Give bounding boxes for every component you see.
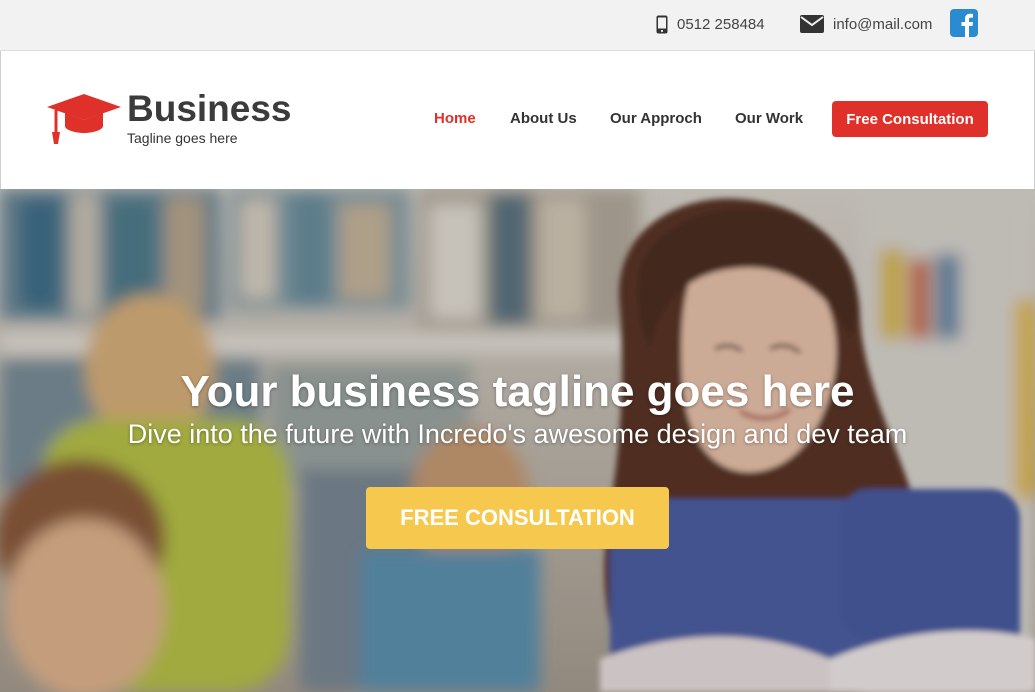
hero-title: Your business tagline goes here xyxy=(180,367,855,416)
free-consultation-nav-button[interactable]: Free Consultation xyxy=(832,101,988,137)
email-contact[interactable]: info@mail.com xyxy=(800,15,932,33)
phone-contact: 0512 258484 xyxy=(656,15,765,34)
phone-number: 0512 258484 xyxy=(677,16,765,33)
mobile-phone-icon xyxy=(656,15,668,34)
free-consultation-hero-button[interactable]: FREE CONSULTATION xyxy=(366,487,669,549)
graduation-cap-icon[interactable] xyxy=(47,94,121,144)
brand-tagline: Tagline goes here xyxy=(127,130,238,146)
hero-banner: Your business tagline goes here Dive int… xyxy=(0,189,1035,692)
top-contact-bar: 0512 258484 info@mail.com xyxy=(0,0,1035,51)
nav-home[interactable]: Home xyxy=(434,110,476,127)
email-address[interactable]: info@mail.com xyxy=(833,16,932,33)
nav-about-us[interactable]: About Us xyxy=(510,110,577,127)
facebook-icon[interactable] xyxy=(950,9,978,37)
nav-our-approach[interactable]: Our Approch xyxy=(610,110,702,127)
site-header: Business Tagline goes here Home About Us… xyxy=(0,51,1035,189)
brand-name[interactable]: Business xyxy=(127,89,292,129)
envelope-icon xyxy=(800,15,824,33)
hero-subtitle: Dive into the future with Incredo's awes… xyxy=(127,419,908,449)
nav-our-work[interactable]: Our Work xyxy=(735,110,803,127)
